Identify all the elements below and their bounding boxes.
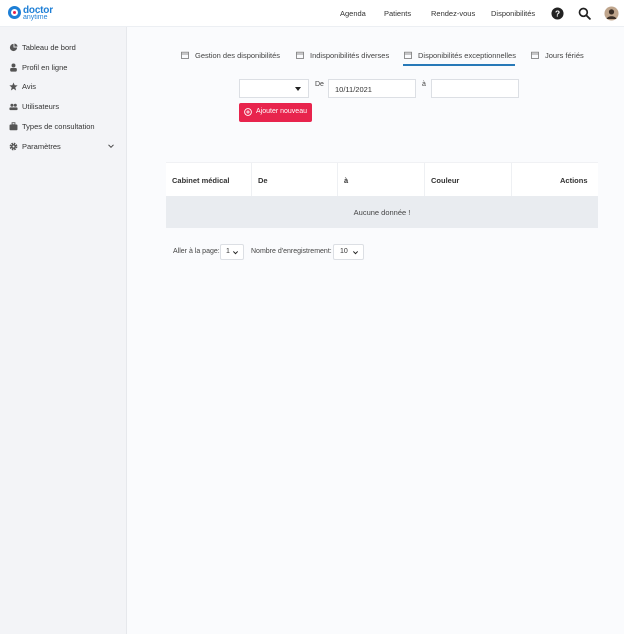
help-icon[interactable]: ? bbox=[551, 7, 564, 20]
search-icon[interactable] bbox=[578, 7, 591, 20]
sidebar-item-profil-en-ligne[interactable]: Profil en ligne bbox=[0, 60, 127, 76]
page-select-label: Aller à la page: bbox=[173, 248, 220, 255]
from-date-label: De bbox=[315, 81, 324, 88]
sidebar-item-avis[interactable]: Avis bbox=[0, 79, 127, 95]
logo-subtext: anytime bbox=[23, 14, 48, 21]
column-header-couleur[interactable]: Couleur bbox=[431, 176, 459, 185]
svg-text:?: ? bbox=[555, 8, 560, 18]
sidebar-item-label: Utilisateurs bbox=[22, 102, 60, 111]
users-icon bbox=[9, 103, 18, 111]
column-header-actions: Actions bbox=[560, 176, 588, 185]
page-select[interactable]: 1 bbox=[220, 244, 244, 260]
star-icon bbox=[9, 82, 18, 91]
person-icon bbox=[10, 63, 17, 72]
sidebar-item-label: Avis bbox=[22, 82, 37, 91]
briefcase-icon bbox=[9, 122, 18, 131]
calendar-icon bbox=[296, 51, 304, 59]
sidebar-item-label: Profil en ligne bbox=[22, 63, 68, 72]
records-select-value: 10 bbox=[340, 248, 348, 255]
sidebar-item-utilisateurs[interactable]: Utilisateurs bbox=[0, 99, 127, 115]
tab-label: Gestion des disponibilités bbox=[195, 51, 281, 60]
sidebar-item-types-de-consultation[interactable]: Types de consultation bbox=[0, 119, 127, 135]
sidebar-item-parametres[interactable]: Paramètres bbox=[0, 139, 127, 155]
sidebar-item-label: Types de consultation bbox=[22, 122, 95, 131]
column-divider bbox=[424, 163, 425, 197]
logo[interactable]: doctor anytime bbox=[8, 5, 58, 23]
plus-circle-icon bbox=[244, 108, 252, 116]
tab-label: Disponibilités exceptionnelles bbox=[418, 51, 516, 60]
top-navbar: doctor anytime Agenda Patients Rendez-vo… bbox=[0, 0, 624, 27]
user-avatar[interactable] bbox=[604, 6, 619, 21]
column-header-a[interactable]: à bbox=[344, 176, 348, 185]
nav-agenda[interactable]: Agenda bbox=[340, 9, 366, 18]
tab-label: Jours fériés bbox=[545, 51, 584, 60]
active-tab-indicator bbox=[403, 64, 515, 66]
chevron-down-icon bbox=[232, 251, 239, 255]
nav-disponibilites[interactable]: Disponibilités bbox=[491, 9, 535, 18]
column-header-cabinet[interactable]: Cabinet médical bbox=[172, 176, 230, 185]
from-date-input[interactable]: 10/11/2021 bbox=[328, 79, 416, 98]
empty-message: Aucune donnée ! bbox=[353, 208, 411, 217]
table-header: Cabinet médical De à Couleur Actions bbox=[166, 162, 598, 197]
page-select-value: 1 bbox=[226, 248, 230, 255]
calendar-icon bbox=[181, 51, 189, 59]
records-select-label: Nombre d'enregistrement: bbox=[251, 248, 332, 255]
caret-down-icon bbox=[295, 87, 301, 91]
logo-mark-icon bbox=[8, 6, 21, 19]
tab-label: Indisponibilités diverses bbox=[310, 51, 390, 60]
cabinet-select[interactable] bbox=[239, 79, 309, 98]
add-new-button-label: Ajouter nouveau bbox=[256, 108, 307, 115]
nav-patients[interactable]: Patients bbox=[384, 9, 411, 18]
records-per-page-select[interactable]: 10 bbox=[333, 244, 364, 260]
column-header-de[interactable]: De bbox=[258, 176, 268, 185]
calendar-icon bbox=[531, 51, 539, 59]
chevron-down-icon bbox=[108, 144, 114, 149]
nav-rendez-vous[interactable]: Rendez-vous bbox=[431, 9, 475, 18]
add-new-button[interactable]: Ajouter nouveau bbox=[239, 103, 312, 122]
sidebar-item-label: Tableau de bord bbox=[22, 43, 76, 52]
to-date-input[interactable] bbox=[431, 79, 519, 98]
column-divider bbox=[337, 163, 338, 197]
chevron-down-icon bbox=[352, 251, 359, 255]
sidebar-item-label: Paramètres bbox=[22, 142, 61, 151]
calendar-icon bbox=[404, 51, 412, 59]
gear-icon bbox=[9, 142, 18, 151]
to-date-label: à bbox=[422, 81, 426, 88]
sidebar-item-tableau-de-bord[interactable]: Tableau de bord bbox=[0, 40, 127, 56]
column-divider bbox=[511, 163, 512, 197]
table-empty-row: Aucune donnée ! bbox=[166, 196, 598, 228]
dashboard-icon bbox=[9, 43, 18, 52]
column-divider bbox=[251, 163, 252, 197]
